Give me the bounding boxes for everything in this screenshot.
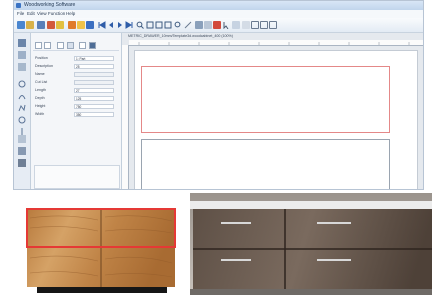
paste-icon[interactable] bbox=[77, 21, 85, 29]
property-row: Depth 125 bbox=[31, 95, 119, 102]
property-label: Cut List bbox=[35, 80, 48, 84]
property-row: Width 350 bbox=[31, 111, 119, 118]
document-path: METRIC_DRAWER_10mm/Template3d.woodcabine… bbox=[128, 34, 233, 38]
property-value[interactable] bbox=[74, 80, 114, 85]
title-bar: Woodworking Software bbox=[14, 1, 423, 10]
cut-icon[interactable] bbox=[47, 21, 55, 29]
property-label: Description bbox=[35, 64, 53, 68]
previous-icon[interactable] bbox=[107, 21, 115, 29]
save-icon[interactable] bbox=[37, 21, 45, 29]
properties-toolbar bbox=[33, 41, 119, 51]
property-value[interactable]: 27 bbox=[74, 88, 114, 93]
rectangle-tool-icon[interactable] bbox=[18, 63, 26, 71]
menu-help[interactable]: Help bbox=[66, 10, 75, 18]
first-icon[interactable] bbox=[98, 21, 106, 29]
property-value[interactable]: 25 bbox=[74, 64, 114, 69]
drawing-area: METRIC_DRAWER_10mm/Template3d.woodcabine… bbox=[122, 33, 423, 189]
last-icon[interactable] bbox=[125, 21, 133, 29]
help-icon[interactable] bbox=[213, 21, 221, 29]
property-label: Position bbox=[35, 56, 48, 60]
panel-icon[interactable] bbox=[260, 21, 268, 29]
vertical-ruler bbox=[122, 45, 129, 189]
next-icon[interactable] bbox=[116, 21, 124, 29]
grid-icon[interactable] bbox=[242, 21, 250, 29]
tools-icon[interactable] bbox=[184, 21, 192, 29]
zoom-icon[interactable] bbox=[136, 21, 144, 29]
property-row: Name bbox=[31, 71, 119, 78]
application-window: Woodworking Software File Edit View Func… bbox=[13, 0, 424, 190]
property-value[interactable]: 1: Part bbox=[74, 56, 114, 61]
property-label: Width bbox=[35, 112, 45, 116]
preview-panel bbox=[34, 165, 120, 189]
property-value[interactable]: 350 bbox=[74, 112, 114, 117]
polyline-tool-icon[interactable] bbox=[18, 99, 26, 112]
main-toolbar bbox=[14, 18, 423, 33]
new-file-icon[interactable] bbox=[17, 21, 25, 29]
left-toolbox bbox=[14, 33, 31, 189]
property-row: Cut List bbox=[31, 79, 119, 86]
settings-icon[interactable] bbox=[67, 42, 74, 49]
redo-icon[interactable] bbox=[86, 21, 94, 29]
property-row: Length 27 bbox=[31, 87, 119, 94]
bucket-tool-icon[interactable] bbox=[18, 159, 26, 167]
select-tool-icon[interactable] bbox=[18, 39, 26, 47]
menu-view[interactable]: View bbox=[37, 10, 47, 18]
drawer-front-top[interactable] bbox=[141, 66, 390, 133]
curve-tool-icon[interactable] bbox=[18, 111, 26, 124]
property-row: Position 1: Part bbox=[31, 55, 119, 62]
drawer-icon[interactable] bbox=[269, 21, 277, 29]
property-label: Length bbox=[35, 88, 46, 92]
copy-icon[interactable] bbox=[56, 21, 64, 29]
frame-icon[interactable] bbox=[251, 21, 259, 29]
zoom-in-icon[interactable] bbox=[146, 21, 154, 29]
circle-tool-icon[interactable] bbox=[18, 75, 26, 88]
open-folder-icon[interactable] bbox=[26, 21, 34, 29]
property-label: Depth bbox=[35, 96, 45, 100]
table-icon[interactable] bbox=[89, 42, 96, 49]
properties-panel: Position 1: Part Description 25 Name Cut… bbox=[31, 33, 122, 189]
menu-edit[interactable]: Edit bbox=[27, 10, 35, 18]
undo-icon[interactable] bbox=[68, 21, 76, 29]
app-icon bbox=[16, 3, 21, 8]
property-label: Height bbox=[35, 104, 46, 108]
arc-tool-icon[interactable] bbox=[18, 87, 26, 100]
property-value[interactable] bbox=[74, 72, 114, 77]
drawer-front-bottom[interactable] bbox=[141, 139, 390, 189]
zoom-out-icon[interactable] bbox=[155, 21, 163, 29]
property-value[interactable]: 750 bbox=[74, 104, 114, 109]
rotate-left-icon[interactable] bbox=[35, 42, 42, 49]
pointer-icon[interactable] bbox=[223, 21, 231, 29]
zoom-fit-icon[interactable] bbox=[164, 21, 172, 29]
print-icon[interactable] bbox=[195, 21, 203, 29]
line-tool-icon[interactable] bbox=[18, 51, 26, 59]
vanity-photo bbox=[175, 193, 432, 295]
rotate-right-icon[interactable] bbox=[44, 42, 51, 49]
drawer-chest-photo bbox=[25, 193, 190, 295]
window-title: Woodworking Software bbox=[24, 2, 76, 8]
text-tool-icon[interactable] bbox=[18, 147, 26, 155]
layer-icon[interactable] bbox=[232, 21, 240, 29]
mirror-tool-icon[interactable] bbox=[18, 123, 26, 136]
property-label: Name bbox=[35, 72, 45, 76]
grid-toggle-icon[interactable] bbox=[57, 42, 64, 49]
menu-file[interactable]: File bbox=[17, 10, 24, 18]
property-row: Height 750 bbox=[31, 103, 119, 110]
preview-icon[interactable] bbox=[204, 21, 212, 29]
zoom-window-icon[interactable] bbox=[174, 21, 182, 29]
mirror-icon[interactable] bbox=[79, 42, 86, 49]
furniture-photo bbox=[25, 193, 432, 295]
menu-function[interactable]: Function bbox=[48, 10, 65, 18]
dimension-tool-icon[interactable] bbox=[18, 135, 26, 143]
horizontal-ruler bbox=[129, 40, 423, 46]
property-value[interactable]: 125 bbox=[74, 96, 114, 101]
property-row: Description 25 bbox=[31, 63, 119, 70]
